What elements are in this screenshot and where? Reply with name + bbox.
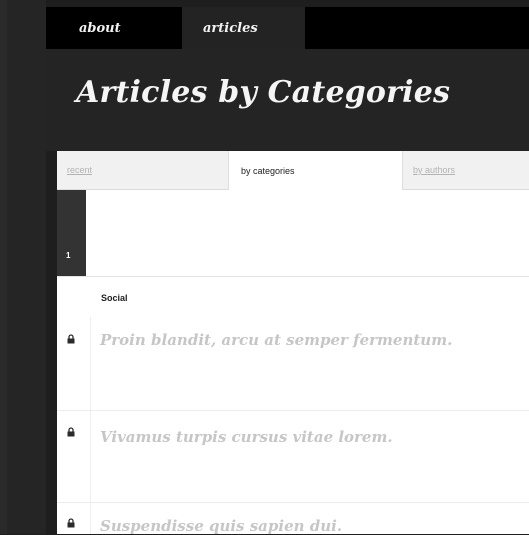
left-gutter bbox=[0, 0, 7, 534]
nav-tab-articles[interactable]: articles bbox=[182, 7, 305, 49]
pagination-strip: 1 bbox=[57, 190, 529, 277]
article-title[interactable]: Suspendisse quis sapien dui. bbox=[100, 517, 342, 535]
tab-recent[interactable]: recent bbox=[57, 151, 229, 189]
lock-icon bbox=[67, 427, 75, 437]
lock-icon bbox=[67, 518, 75, 528]
tab-by-categories[interactable]: by categories bbox=[229, 151, 403, 190]
article-row[interactable]: Proin blandit, arcu at semper fermentum. bbox=[57, 317, 529, 410]
article-title[interactable]: Vivamus turpis cursus vitae lorem. bbox=[100, 428, 393, 446]
tab-by-authors[interactable]: by authors bbox=[403, 151, 529, 189]
lock-icon bbox=[67, 334, 75, 344]
sub-tabs: recent by categories by authors bbox=[57, 151, 529, 190]
page-number-current[interactable]: 1 bbox=[57, 190, 86, 276]
article-row[interactable]: Suspendisse quis sapien dui. bbox=[57, 503, 529, 535]
page-title: Articles by Categories bbox=[76, 75, 451, 110]
nav-tab-about[interactable]: about bbox=[46, 7, 182, 49]
category-heading: Social bbox=[101, 293, 128, 303]
content-panel: recent by categories by authors 1 Social… bbox=[57, 151, 529, 535]
top-navigation: about articles bbox=[46, 7, 529, 49]
article-title[interactable]: Proin blandit, arcu at semper fermentum. bbox=[100, 331, 452, 349]
left-margin bbox=[7, 0, 46, 534]
page-header: Articles by Categories bbox=[46, 49, 529, 151]
article-row[interactable]: Vivamus turpis cursus vitae lorem. bbox=[57, 411, 529, 511]
